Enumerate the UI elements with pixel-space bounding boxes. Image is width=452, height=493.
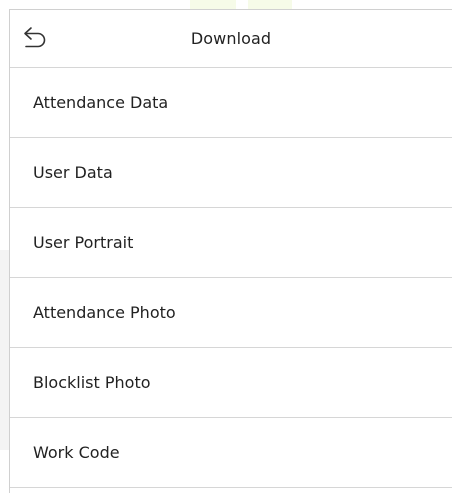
menu-item-user-data[interactable]: User Data <box>10 138 452 208</box>
menu-item-label: Attendance Photo <box>33 303 176 322</box>
menu-item-label: Work Code <box>33 443 120 462</box>
menu-item-work-code[interactable]: Work Code <box>10 418 452 488</box>
menu-item-attendance-data[interactable]: Attendance Data <box>10 68 452 138</box>
menu-item-label: User Portrait <box>33 233 134 252</box>
menu-item-blocklist-photo[interactable]: Blocklist Photo <box>10 348 452 418</box>
header-bar: Download <box>10 10 452 68</box>
menu-item-user-portrait[interactable]: User Portrait <box>10 208 452 278</box>
menu-item-label: Attendance Data <box>33 93 169 112</box>
download-screen: Download Attendance Data User Data User … <box>0 0 452 493</box>
download-menu: Attendance Data User Data User Portrait … <box>10 68 452 488</box>
menu-item-label: Blocklist Photo <box>33 373 151 392</box>
menu-item-label: User Data <box>33 163 113 182</box>
page-title: Download <box>190 29 272 48</box>
download-panel: Download Attendance Data User Data User … <box>9 9 452 493</box>
menu-item-attendance-photo[interactable]: Attendance Photo <box>10 278 452 348</box>
